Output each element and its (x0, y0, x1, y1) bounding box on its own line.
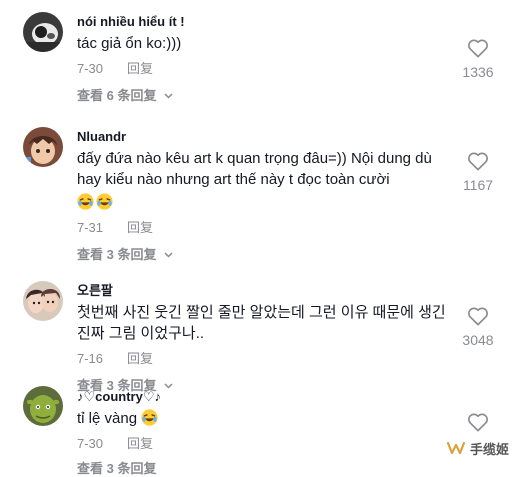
avatar[interactable] (23, 281, 63, 321)
comment-text-content: 첫번째 사진 웃긴 짤인 줄만 알았는데 그런 이유 때문에 생긴 진짜 그림 … (77, 304, 446, 342)
comment-date: 7-16 (77, 351, 104, 366)
reply-button[interactable]: 回复 (127, 351, 153, 366)
comment-text: tỉ lệ vàng (77, 408, 447, 429)
comment-date: 7-30 (77, 436, 104, 451)
heart-icon[interactable] (467, 412, 489, 432)
comment-username[interactable]: nói nhiều hiểu ít ! (77, 14, 447, 30)
like-count: 1167 (462, 177, 494, 193)
reply-button[interactable]: 回复 (127, 61, 153, 76)
comment-meta: 7-16 回复 (77, 351, 447, 367)
wechat-channel-icon (446, 441, 466, 455)
comment-meta: 7-30 回复 (77, 61, 447, 77)
comment-text: đấy đứa nào kêu art k quan trọng đâu=)) … (77, 148, 447, 213)
watermark-text: 手缆姬 (469, 441, 509, 457)
avatar-dark-animal-icon (23, 12, 63, 52)
comment-text-content: tỉ lệ vàng (77, 410, 138, 427)
watermark: 手缆姬 (446, 438, 509, 458)
chevron-down-icon (164, 93, 173, 99)
chevron-down-icon (164, 252, 173, 258)
heart-icon[interactable] (467, 151, 489, 171)
comment-meta: 7-30 回复 (77, 436, 447, 452)
comment-username[interactable]: 오른팔 (77, 283, 447, 299)
comment-date: 7-30 (77, 61, 104, 76)
comment-username[interactable]: Nluandr (77, 129, 447, 145)
laughing-emoji-icon (77, 193, 94, 210)
avatar-shrek-icon (23, 386, 63, 426)
laughing-emoji-icon (96, 193, 113, 210)
view-replies-link[interactable]: 查看 3 条回复 (77, 247, 447, 263)
avatar-anime-character-icon (23, 127, 63, 167)
avatar[interactable] (23, 12, 63, 52)
comment-text: 첫번째 사진 웃긴 짤인 줄만 알았는데 그런 이유 때문에 생긴 진짜 그림 … (77, 302, 447, 344)
avatar[interactable] (23, 127, 63, 167)
reply-button[interactable]: 回复 (127, 220, 153, 235)
view-replies-label: 查看 3 条回复 (77, 247, 157, 262)
like-count: 3048 (462, 332, 494, 348)
comment-text-content: tác giả ổn ko:))) (77, 35, 182, 52)
view-replies-label: 查看 3 条回复 (77, 461, 157, 476)
like-group: 3048 (453, 306, 503, 348)
comment-body: Nluandr đấy đứa nào kêu art k quan trọng… (77, 129, 447, 263)
comment-text: tác giả ổn ko:))) (77, 33, 447, 54)
like-count: 1336 (462, 64, 494, 80)
view-replies-link[interactable]: 查看 6 条回复 (77, 88, 447, 104)
view-replies-link[interactable]: 查看 3 条回复 (77, 461, 447, 477)
reply-button[interactable]: 回复 (127, 436, 153, 451)
comment-body: 오른팔 첫번째 사진 웃긴 짤인 줄만 알았는데 그런 이유 때문에 생긴 진짜… (77, 283, 447, 394)
comment-body: nói nhiều hiểu ít ! tác giả ổn ko:))) 7-… (77, 14, 447, 104)
laughing-emoji-icon (141, 409, 158, 426)
view-replies-label: 查看 6 条回复 (77, 88, 157, 103)
comment-body: ♪♡country♡♪ tỉ lệ vàng 7-30 回复 查看 3 条回复 (77, 389, 447, 477)
comment-meta: 7-31 回复 (77, 220, 447, 236)
like-group (453, 412, 503, 432)
heart-icon[interactable] (467, 38, 489, 58)
comment-username[interactable]: ♪♡country♡♪ (77, 389, 447, 405)
like-group: 1167 (453, 151, 503, 193)
like-group: 1336 (453, 38, 503, 80)
avatar[interactable] (23, 386, 63, 426)
avatar-two-people-photo-icon (23, 281, 63, 321)
comment-date: 7-31 (77, 220, 104, 235)
comment-text-content: đấy đứa nào kêu art k quan trọng đâu=)) … (77, 150, 432, 188)
heart-icon[interactable] (467, 306, 489, 326)
